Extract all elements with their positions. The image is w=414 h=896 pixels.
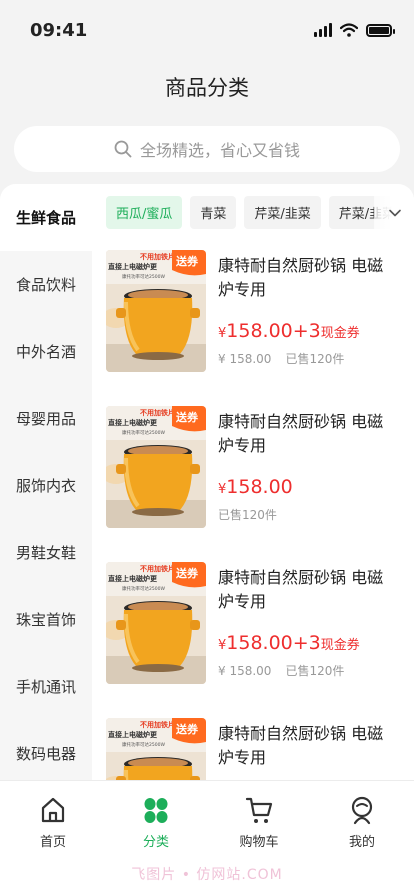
status-time: 09:41 bbox=[30, 20, 88, 41]
product-card[interactable]: 不用加铁片 直接上电磁炉更 康托功率可达2500W 送券 康特耐自然厨砂锅 电磁… bbox=[106, 562, 406, 718]
coupon-badge: 送券 bbox=[175, 410, 199, 424]
banner-line-1: 不用加铁片 bbox=[140, 252, 175, 261]
sidebar-item-fresh-food[interactable]: 生鲜食品 bbox=[0, 184, 92, 251]
search-bar[interactable]: 全场精选，省心又省钱 bbox=[14, 126, 400, 172]
sidebar-item-liquor[interactable]: 中外名酒 bbox=[0, 318, 92, 385]
tab-category[interactable]: 分类 bbox=[116, 795, 196, 850]
banner-line-3: 康托功率可达2500W bbox=[122, 585, 165, 592]
product-card[interactable]: 不用加铁片 直接上电磁炉更 康托功率可达2500W 送券 康特耐自然厨砂锅 电磁… bbox=[106, 718, 406, 784]
page-title: 商品分类 bbox=[165, 76, 249, 100]
product-meta: 已售120件 bbox=[218, 506, 277, 523]
tab-home[interactable]: 首页 bbox=[13, 795, 93, 850]
coupon-badge: 送券 bbox=[175, 722, 199, 736]
product-price: ¥158.00+3现金券 bbox=[218, 632, 360, 654]
tab-label: 我的 bbox=[348, 835, 375, 850]
tab-profile[interactable]: 我的 bbox=[322, 795, 402, 850]
banner-line-3: 康托功率可达2500W bbox=[122, 429, 165, 436]
wifi-icon bbox=[340, 23, 358, 37]
sidebar-item-electronics[interactable]: 数码电器 bbox=[0, 720, 92, 784]
tab-label: 首页 bbox=[39, 835, 66, 850]
sold-count: 已售120件 bbox=[285, 352, 345, 366]
product-title[interactable]: 康特耐自然厨砂锅 电磁炉专用 bbox=[218, 410, 398, 458]
banner-line-2: 直接上电磁炉更 bbox=[108, 730, 158, 739]
product-card[interactable]: 不用加铁片 直接上电磁炉更 康托功率可达2500W 送券 康特耐自然厨砂锅 电磁… bbox=[106, 406, 406, 562]
product-image[interactable]: 不用加铁片 直接上电磁炉更 康托功率可达2500W 送券 bbox=[106, 406, 206, 528]
product-title[interactable]: 康特耐自然厨砂锅 电磁炉专用 bbox=[218, 722, 398, 770]
chip-melon[interactable]: 西瓜/蜜瓜 bbox=[106, 196, 183, 229]
chip-greens[interactable]: 青菜 bbox=[190, 196, 237, 229]
sidebar-item-jewelry[interactable]: 珠宝首饰 bbox=[0, 586, 92, 653]
status-icons bbox=[314, 23, 395, 37]
product-price: ¥158.00+3现金券 bbox=[218, 320, 360, 342]
category-icon bbox=[144, 798, 168, 823]
search-placeholder: 全场精选，省心又省钱 bbox=[139, 141, 300, 160]
banner-line-1: 不用加铁片 bbox=[140, 720, 175, 729]
banner-line-3: 康托功率可达2500W bbox=[122, 741, 165, 748]
product-meta: ¥ 158.00 已售120件 bbox=[218, 350, 344, 367]
banner-line-3: 康托功率可达2500W bbox=[122, 273, 165, 280]
sidebar-item-phones[interactable]: 手机通讯 bbox=[0, 653, 92, 720]
cart-icon bbox=[245, 797, 273, 823]
product-image[interactable]: 不用加铁片 直接上电磁炉更 康托功率可达2500W 送券 bbox=[106, 718, 206, 784]
sold-count: 已售120件 bbox=[285, 664, 345, 678]
tab-label: 购物车 bbox=[239, 835, 279, 850]
category-panel: 生鲜食品 食品饮料 中外名酒 母婴用品 服饰内衣 男鞋女鞋 珠宝首饰 手机通讯 … bbox=[0, 184, 414, 784]
product-image[interactable]: 不用加铁片 直接上电磁炉更 康托功率可达2500W 送券 bbox=[106, 250, 206, 372]
sidebar-item-apparel[interactable]: 服饰内衣 bbox=[0, 452, 92, 519]
category-sidebar: 生鲜食品 食品饮料 中外名酒 母婴用品 服饰内衣 男鞋女鞋 珠宝首饰 手机通讯 … bbox=[0, 184, 92, 784]
banner-line-2: 直接上电磁炉更 bbox=[108, 574, 158, 583]
chevron-down-icon[interactable] bbox=[388, 206, 402, 220]
original-price: ¥ 158.00 bbox=[218, 352, 272, 366]
sidebar-item-food-drinks[interactable]: 食品饮料 bbox=[0, 251, 92, 318]
product-card[interactable]: 不用加铁片 直接上电磁炉更 康托功率可达2500W 送券 康特耐自然厨砂锅 电磁… bbox=[106, 250, 406, 406]
sold-count: 已售120件 bbox=[218, 508, 277, 522]
banner-line-1: 不用加铁片 bbox=[140, 408, 175, 417]
battery-icon bbox=[366, 24, 395, 37]
tab-label: 分类 bbox=[142, 835, 169, 850]
product-image[interactable]: 不用加铁片 直接上电磁炉更 康托功率可达2500W 送券 bbox=[106, 562, 206, 684]
banner-line-2: 直接上电磁炉更 bbox=[108, 418, 158, 427]
cellular-signal-icon bbox=[314, 23, 332, 37]
product-title[interactable]: 康特耐自然厨砂锅 电磁炉专用 bbox=[218, 566, 398, 614]
tab-cart[interactable]: 购物车 bbox=[219, 795, 299, 850]
profile-icon bbox=[351, 796, 373, 825]
product-price: ¥158.00 bbox=[218, 476, 293, 498]
status-bar: 09:41 bbox=[0, 0, 414, 60]
chip-celery-leek[interactable]: 芹菜/韭菜 bbox=[244, 196, 321, 229]
original-price: ¥ 158.00 bbox=[218, 664, 272, 678]
banner-line-1: 不用加铁片 bbox=[140, 564, 175, 573]
home-icon bbox=[41, 797, 65, 823]
sidebar-item-baby[interactable]: 母婴用品 bbox=[0, 385, 92, 452]
banner-line-2: 直接上电磁炉更 bbox=[108, 262, 158, 271]
product-meta: ¥ 158.00 已售120件 bbox=[218, 662, 344, 679]
search-icon bbox=[114, 140, 132, 158]
watermark: 飞图片 • 仿网站.COM bbox=[131, 867, 283, 883]
sidebar-item-shoes[interactable]: 男鞋女鞋 bbox=[0, 519, 92, 586]
coupon-badge: 送券 bbox=[175, 566, 199, 580]
product-title[interactable]: 康特耐自然厨砂锅 电磁炉专用 bbox=[218, 254, 398, 302]
subcategory-chips: 西瓜/蜜瓜 青菜 芹菜/韭菜 芹菜/韭菜 bbox=[106, 196, 414, 230]
coupon-badge: 送券 bbox=[175, 254, 199, 268]
product-list: 不用加铁片 直接上电磁炉更 康托功率可达2500W 送券 康特耐自然厨砂锅 电磁… bbox=[106, 250, 406, 784]
